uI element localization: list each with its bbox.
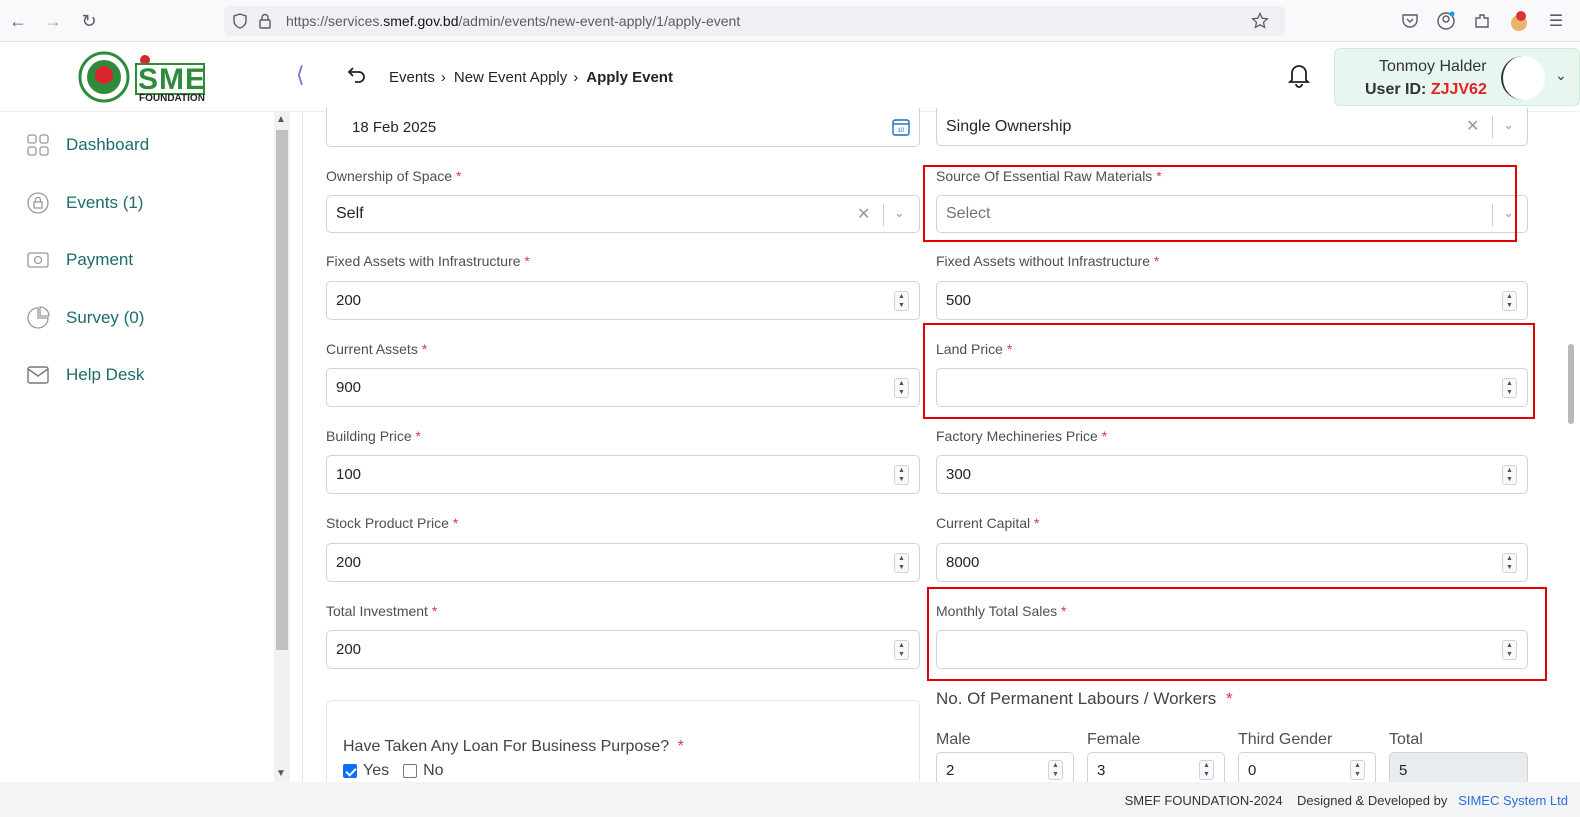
chevron-down-icon[interactable]: ⌄: [1555, 67, 1567, 84]
footer: SMEF FOUNDATION-2024 Designed & Develope…: [0, 782, 1580, 817]
pie-chart-icon: [27, 306, 50, 329]
number-stepper-icon[interactable]: ▲ ▼: [894, 378, 909, 398]
male-label: Male: [936, 731, 971, 748]
workers-title: No. Of Permanent Labours / Workers *: [936, 689, 1233, 708]
browser-toolbar: ← → ↻ https://services.smef.gov.bd/admin…: [0, 0, 1580, 42]
notification-bell-icon[interactable]: [1287, 62, 1311, 88]
grid-icon: [27, 134, 49, 156]
shield-icon: [233, 13, 247, 29]
loan-yes-checkbox[interactable]: [343, 764, 357, 778]
highlight-land-price: [923, 323, 1535, 419]
logo-text: SME: [138, 63, 207, 96]
back-arrow-icon[interactable]: [346, 64, 368, 86]
ownership-space-label: Ownership of Space *: [326, 168, 462, 184]
sidebar-item-dashboard[interactable]: Dashboard: [26, 130, 149, 160]
number-stepper-icon[interactable]: ▲ ▼: [1350, 760, 1365, 780]
stock-price-label: Stock Product Price *: [326, 515, 459, 531]
lock-circle-icon: [27, 192, 49, 214]
star-icon[interactable]: [1251, 12, 1269, 30]
extensions-icon[interactable]: [1471, 10, 1493, 32]
reload-icon[interactable]: ↻: [76, 8, 102, 34]
url-text: https://services.smef.gov.bd/admin/event…: [286, 13, 741, 29]
fixed-with-input[interactable]: 200 ▲ ▼: [326, 281, 920, 320]
number-stepper-icon[interactable]: ▲ ▼: [1199, 760, 1214, 780]
url-bar[interactable]: https://services.smef.gov.bd/admin/event…: [224, 6, 1285, 36]
ownership-space-select[interactable]: Self ✕ ⌄: [326, 195, 920, 233]
current-capital-label: Current Capital *: [936, 515, 1040, 531]
number-stepper-icon[interactable]: ▲ ▼: [894, 465, 909, 485]
current-assets-input[interactable]: 900 ▲ ▼: [326, 368, 920, 407]
sidebar-item-help-desk[interactable]: Help Desk: [26, 360, 144, 390]
sidebar-item-survey[interactable]: Survey (0): [26, 303, 144, 333]
lock-icon: [259, 13, 271, 29]
sidebar-scrollbar[interactable]: ▲ ▼: [274, 112, 290, 792]
building-price-input[interactable]: 100 ▲ ▼: [326, 455, 920, 494]
total-investment-label: Total Investment *: [326, 603, 438, 619]
current-assets-label: Current Assets *: [326, 341, 428, 357]
number-stepper-icon[interactable]: ▲ ▼: [1502, 553, 1517, 573]
sidebar-item-events[interactable]: Events (1): [26, 188, 143, 218]
highlight-monthly-sales: [927, 587, 1547, 681]
extension-badge-icon[interactable]: [1508, 10, 1530, 32]
user-id: User ID: ZJJV62: [1365, 81, 1487, 98]
number-stepper-icon[interactable]: ▲ ▼: [1502, 291, 1517, 311]
sme-foundation-logo: SME FOUNDATION: [78, 50, 208, 104]
number-stepper-icon[interactable]: ▲ ▼: [894, 553, 909, 573]
forward-icon[interactable]: →: [40, 8, 66, 34]
menu-icon[interactable]: ☰: [1545, 10, 1567, 32]
number-stepper-icon[interactable]: ▲ ▼: [1048, 760, 1063, 780]
chevron-right-icon: ›: [573, 69, 579, 86]
clear-icon[interactable]: ✕: [857, 204, 870, 224]
logo-subtext: FOUNDATION: [139, 93, 205, 104]
highlight-raw-materials: [923, 165, 1517, 242]
factory-price-input[interactable]: 300 ▲ ▼: [936, 455, 1528, 494]
breadcrumb-apply-event: Apply Event: [586, 69, 673, 86]
fixed-without-input[interactable]: 500 ▲ ▼: [936, 281, 1528, 320]
loan-no-checkbox[interactable]: [403, 764, 418, 778]
sidebar-collapse-icon[interactable]: ⟨: [296, 62, 305, 88]
female-label: Female: [1087, 731, 1141, 748]
number-stepper-icon[interactable]: ▲ ▼: [894, 291, 909, 311]
back-icon[interactable]: ←: [5, 8, 31, 34]
user-name: Tonmoy Halder: [1379, 58, 1487, 75]
mail-icon: [27, 366, 49, 384]
number-stepper-icon[interactable]: ▲ ▼: [1502, 465, 1517, 485]
chevron-right-icon: ›: [440, 69, 446, 86]
cash-icon: [27, 252, 49, 268]
sidebar-item-payment[interactable]: Payment: [26, 245, 133, 275]
sidebar: Dashboard Events (1) Payment Survey (0) …: [0, 120, 268, 790]
total-investment-input[interactable]: 200 ▲ ▼: [326, 630, 920, 669]
loan-options: Yes No: [343, 762, 444, 780]
factory-price-label: Factory Mechineries Price *: [936, 428, 1108, 444]
pocket-icon[interactable]: [1399, 10, 1421, 32]
footer-text: SMEF FOUNDATION-2024 Designed & Develope…: [1124, 793, 1568, 808]
account-icon[interactable]: [1435, 10, 1457, 32]
page-scrollbar[interactable]: [1564, 112, 1580, 792]
breadcrumb: Events › New Event Apply › Apply Event: [389, 69, 673, 86]
user-menu[interactable]: Tonmoy Halder User ID: ZJJV62 ⌄: [1334, 48, 1580, 106]
stock-price-input[interactable]: 200 ▲ ▼: [326, 543, 920, 582]
total-label: Total: [1389, 731, 1423, 748]
loan-question: Have Taken Any Loan For Business Purpose…: [343, 738, 684, 755]
building-price-label: Building Price *: [326, 428, 421, 444]
fixed-with-label: Fixed Assets with Infrastructure *: [326, 253, 530, 269]
svg-text:10: 10: [898, 128, 905, 134]
date-input[interactable]: 18 Feb 2025 10: [326, 108, 920, 147]
breadcrumb-events[interactable]: Events: [389, 69, 435, 86]
number-stepper-icon[interactable]: ▲ ▼: [894, 640, 909, 660]
third-gender-label: Third Gender: [1238, 731, 1333, 748]
chevron-down-icon[interactable]: ⌄: [894, 205, 905, 221]
ownership-type-select[interactable]: Single Ownership ✕ ⌄: [936, 108, 1528, 146]
clear-icon[interactable]: ✕: [1466, 116, 1479, 136]
fixed-without-label: Fixed Assets without Infrastructure *: [936, 253, 1160, 269]
company-link[interactable]: SIMEC System Ltd: [1458, 793, 1568, 808]
chevron-down-icon[interactable]: ⌄: [1503, 117, 1514, 133]
current-capital-input[interactable]: 8000 ▲ ▼: [936, 543, 1528, 582]
avatar[interactable]: [1501, 56, 1545, 100]
breadcrumb-new-event-apply[interactable]: New Event Apply: [454, 69, 567, 86]
calendar-icon[interactable]: 10: [891, 117, 911, 137]
